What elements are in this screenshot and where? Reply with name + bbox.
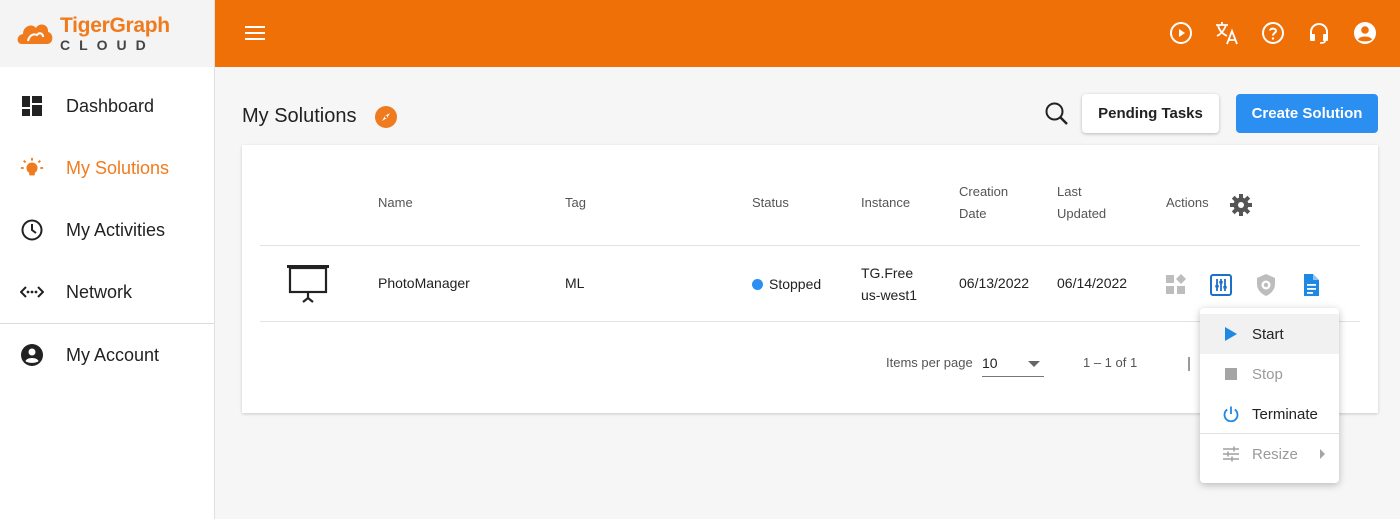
menu-item-label: Resize xyxy=(1252,445,1298,463)
search-icon[interactable] xyxy=(1044,101,1070,127)
sidebar-item-label: Dashboard xyxy=(66,95,155,116)
page-title: My Solutions xyxy=(242,105,357,127)
play-icon xyxy=(1222,325,1240,343)
account-circle-icon xyxy=(20,343,44,367)
settings-gear-icon[interactable] xyxy=(1229,193,1253,217)
status-text: Stopped xyxy=(769,276,822,292)
tune-panel-icon[interactable] xyxy=(1209,273,1233,297)
column-header-line: Creation xyxy=(959,184,1009,199)
sidebar-item-my-account[interactable]: My Account xyxy=(0,324,214,386)
sidebar-item-label: My Solutions xyxy=(66,157,170,178)
power-icon xyxy=(1222,405,1240,423)
sidebar-item-label: My Account xyxy=(66,344,160,365)
menu-item-label: Start xyxy=(1252,325,1284,343)
logo-line2: CLOUD xyxy=(60,37,155,53)
column-header-creation-date[interactable]: Creation Date xyxy=(959,181,1008,225)
chevron-right-icon xyxy=(1320,449,1325,459)
lightbulb-icon xyxy=(20,156,44,180)
menu-item-resize[interactable]: Resize xyxy=(1200,434,1339,474)
headset-icon[interactable] xyxy=(1306,20,1332,46)
logo[interactable]: TigerGraph CLOUD xyxy=(0,0,214,67)
chevron-down-icon xyxy=(1028,361,1040,367)
menu-item-label: Stop xyxy=(1252,365,1283,383)
items-per-page-label: Items per page xyxy=(886,355,973,370)
column-header-line: Date xyxy=(959,206,987,221)
tigergraph-logo-icon xyxy=(17,24,53,44)
presentation-icon xyxy=(286,264,330,304)
sidebar-item-label: Network xyxy=(66,281,133,302)
column-header-line: Updated xyxy=(1057,206,1107,221)
instance-region: us-west1 xyxy=(861,287,918,303)
solution-tag: ML xyxy=(565,275,585,291)
security-shield-icon[interactable] xyxy=(1254,273,1278,297)
menu-item-terminate[interactable]: Terminate xyxy=(1200,394,1339,434)
solution-name[interactable]: PhotoManager xyxy=(378,272,470,294)
sidebar: TigerGraph CLOUD Dashboard My Solutions … xyxy=(0,0,215,519)
status-badge: Stopped xyxy=(752,273,821,295)
create-solution-button[interactable]: Create Solution xyxy=(1236,94,1378,133)
user-icon[interactable] xyxy=(1352,20,1378,46)
page-size-value: 10 xyxy=(982,355,998,371)
tune-icon xyxy=(1222,445,1240,463)
column-header-last-updated[interactable]: Last Updated xyxy=(1057,181,1106,225)
column-header-line: Last xyxy=(1057,184,1082,199)
compass-icon[interactable] xyxy=(375,106,397,128)
menu-item-start[interactable]: Start xyxy=(1200,314,1339,354)
instance-type: TG.Free xyxy=(861,265,914,281)
apps-icon[interactable] xyxy=(1164,273,1188,297)
logo-line1: TigerGraph xyxy=(60,14,170,37)
help-icon[interactable] xyxy=(1260,20,1286,46)
solution-instance: TG.Free us-west1 xyxy=(861,262,917,306)
header-divider xyxy=(260,245,1360,246)
creation-date: 06/13/2022 xyxy=(959,275,1030,291)
column-header-status[interactable]: Status xyxy=(752,192,789,214)
row-divider xyxy=(260,321,1360,322)
column-header-tag[interactable]: Tag xyxy=(565,192,586,214)
first-page-icon[interactable] xyxy=(1188,357,1190,371)
page-size-select[interactable]: 10 xyxy=(982,349,1044,377)
menu-icon[interactable] xyxy=(245,24,267,42)
menu-item-stop[interactable]: Stop xyxy=(1200,354,1339,394)
menu-item-label: Terminate xyxy=(1252,405,1318,423)
clock-icon xyxy=(20,218,44,242)
sidebar-item-dashboard[interactable]: Dashboard xyxy=(0,75,214,137)
last-updated-date: 06/14/2022 xyxy=(1057,275,1128,291)
document-icon[interactable] xyxy=(1299,273,1323,297)
sidebar-item-my-solutions[interactable]: My Solutions xyxy=(0,137,214,199)
sidebar-item-my-activities[interactable]: My Activities xyxy=(0,199,214,261)
status-dot-icon xyxy=(752,279,763,290)
stop-icon xyxy=(1222,365,1240,383)
sidebar-item-network[interactable]: Network xyxy=(0,261,214,323)
column-header-instance[interactable]: Instance xyxy=(861,192,910,214)
pagination-range: 1 – 1 of 1 xyxy=(1083,355,1138,370)
column-header-name[interactable]: Name xyxy=(378,192,413,214)
column-header-actions: Actions xyxy=(1166,195,1209,210)
solution-actions-menu: Start Stop Terminate Resize xyxy=(1200,308,1339,483)
pending-tasks-button[interactable]: Pending Tasks xyxy=(1082,94,1219,133)
dashboard-icon xyxy=(20,94,44,118)
play-circle-icon[interactable] xyxy=(1168,20,1194,46)
top-app-bar xyxy=(215,0,1400,67)
sidebar-item-label: My Activities xyxy=(66,219,166,240)
network-icon xyxy=(20,280,44,304)
translate-icon[interactable] xyxy=(1214,20,1240,46)
